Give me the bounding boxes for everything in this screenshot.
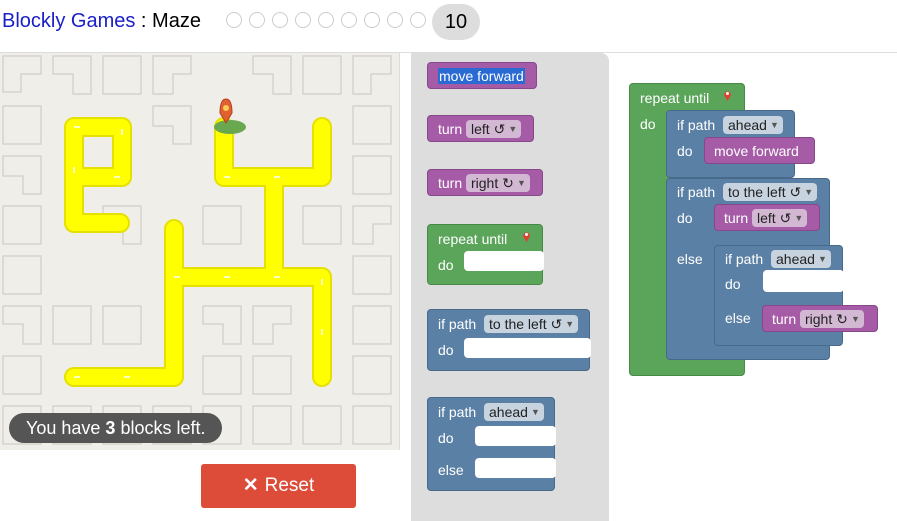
if-do-label: do <box>725 276 741 292</box>
reset-label: Reset <box>264 475 315 496</box>
if-do-statement-slot[interactable] <box>763 270 844 292</box>
if-else-label: else <box>438 462 464 478</box>
page-title: Blockly Games : Maze <box>2 10 201 33</box>
if-path-label: if path <box>438 316 477 332</box>
path-direction-dropdown[interactable]: ahead ▼ <box>771 250 831 268</box>
game-name: Maze <box>152 10 201 32</box>
goal-marker-icon <box>523 232 530 242</box>
if-do-statement-slot[interactable] <box>475 426 556 446</box>
blocks-left-message: You have 3 blocks left. <box>9 413 223 443</box>
close-icon: ✕ <box>242 475 259 496</box>
if-path-label: if path <box>677 184 716 200</box>
if-do-label: do <box>677 143 693 159</box>
turn-label: turn <box>724 210 749 226</box>
goal-marker-icon <box>214 98 246 134</box>
chevron-down-icon: ▼ <box>850 314 860 324</box>
if-statement-slot[interactable] <box>464 338 591 358</box>
level-dot-4[interactable] <box>295 12 311 28</box>
level-dot-7[interactable] <box>364 12 380 28</box>
turn-direction-dropdown[interactable]: left ↺ ▼ <box>752 209 808 227</box>
path-direction-dropdown[interactable]: to the left ↺ ▼ <box>723 183 818 201</box>
maze-path <box>64 117 332 387</box>
current-level-badge[interactable]: 10 <box>432 4 480 40</box>
message-prefix: You have <box>26 418 106 438</box>
maze-canvas <box>0 53 400 450</box>
repeat-do-label: do <box>640 116 656 132</box>
workspace[interactable]: repeat until do if path ahead ▼ do move f… <box>609 53 897 521</box>
toolbox-if-path-left-block[interactable]: if path to the left ↺ ▼ do <box>427 309 591 371</box>
move-forward-label: move forward <box>438 68 525 84</box>
message-suffix: blocks left. <box>115 418 206 438</box>
chevron-down-icon: ▼ <box>508 124 518 134</box>
turn-label: turn <box>438 175 463 191</box>
if-else-label: else <box>677 251 703 267</box>
move-forward-label: move forward <box>714 143 799 159</box>
chevron-down-icon: ▼ <box>818 254 827 264</box>
turn-label: turn <box>438 121 463 137</box>
if-do-label: do <box>438 430 454 446</box>
repeat-statement-slot[interactable] <box>464 251 544 271</box>
reset-button[interactable]: ✕ Reset <box>201 464 356 508</box>
if-path-label: if path <box>677 117 716 133</box>
turn-label: turn <box>772 311 797 327</box>
toolbox-if-path-ahead-else-block[interactable]: if path ahead ▼ do else <box>427 397 556 491</box>
chevron-down-icon: ▼ <box>770 120 779 130</box>
turn-direction-dropdown[interactable]: left ↺ ▼ <box>466 120 522 138</box>
repeat-until-label: repeat until <box>438 231 508 247</box>
app-name-link[interactable]: Blockly Games <box>2 10 135 32</box>
chevron-down-icon: ▼ <box>565 319 575 329</box>
if-do-label: do <box>438 342 454 358</box>
workspace-turn-left-block[interactable]: turn left ↺ ▼ <box>714 204 820 231</box>
maze-path-dashes <box>73 126 323 378</box>
if-path-label: if path <box>438 404 477 420</box>
level-dot-5[interactable] <box>318 12 334 28</box>
chevron-down-icon: ▼ <box>794 213 804 223</box>
title-separator: : <box>135 10 153 32</box>
blocks-left-count: 3 <box>105 418 116 438</box>
toolbox-move-forward-block[interactable]: move forward <box>427 62 537 89</box>
toolbox-turn-right-block[interactable]: turn right ↻ ▼ <box>427 169 543 196</box>
repeat-until-label: repeat until <box>640 90 710 106</box>
turn-direction-dropdown[interactable]: right ↻ ▼ <box>800 310 864 328</box>
toolbox-turn-left-block[interactable]: turn left ↺ ▼ <box>427 115 534 142</box>
maze-path-fill <box>66 119 330 385</box>
chevron-down-icon: ▼ <box>804 187 814 197</box>
path-direction-dropdown[interactable]: ahead ▼ <box>723 116 783 134</box>
level-dot-6[interactable] <box>341 12 357 28</box>
maze-tile-pattern <box>2 55 392 445</box>
level-dot-9[interactable] <box>410 12 426 28</box>
if-else-label: else <box>725 310 751 326</box>
header: Blockly Games : Maze 10 <box>0 0 897 44</box>
if-path-label: if path <box>725 251 764 267</box>
if-do-label: do <box>677 210 693 226</box>
level-dot-2[interactable] <box>249 12 265 28</box>
path-direction-dropdown[interactable]: to the left ↺ ▼ <box>484 315 579 333</box>
workspace-move-forward-block[interactable]: move forward <box>704 137 815 164</box>
level-dot-8[interactable] <box>387 12 403 28</box>
path-direction-dropdown[interactable]: ahead ▼ <box>484 403 544 421</box>
repeat-do-label: do <box>438 257 454 273</box>
workspace-turn-right-block[interactable]: turn right ↻ ▼ <box>762 305 878 332</box>
chevron-down-icon: ▼ <box>516 178 526 188</box>
chevron-down-icon: ▼ <box>531 407 540 417</box>
goal-marker-icon <box>724 91 731 101</box>
toolbox-flyout: move forward turn left ↺ ▼ turn right ↻ ▼ … <box>411 53 609 521</box>
toolbox-repeat-until-block[interactable]: repeat until do <box>427 224 544 285</box>
turn-direction-dropdown[interactable]: right ↻ ▼ <box>466 174 530 192</box>
level-dot-3[interactable] <box>272 12 288 28</box>
if-else-statement-slot[interactable] <box>475 458 556 478</box>
level-dot-1[interactable] <box>226 12 242 28</box>
maze-svg <box>2 55 392 445</box>
